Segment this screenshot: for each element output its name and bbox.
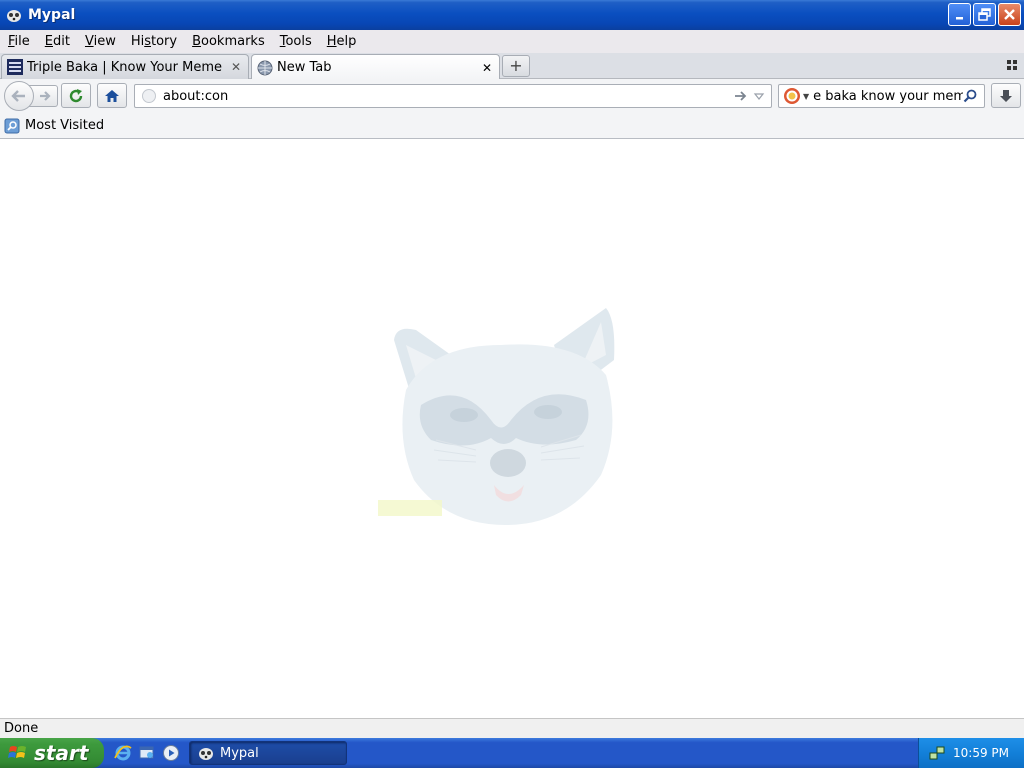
forward-arrow-icon: [40, 91, 51, 101]
site-identity-icon: [142, 89, 156, 103]
navigation-toolbar: ▼: [0, 79, 1024, 113]
menu-bookmarks[interactable]: Bookmarks: [192, 34, 265, 49]
globe-icon: [257, 60, 273, 75]
menu-history[interactable]: History: [131, 34, 177, 49]
search-input[interactable]: [813, 88, 964, 104]
media-player-icon[interactable]: [162, 744, 180, 762]
download-arrow-icon: [1000, 89, 1012, 102]
downloads-button[interactable]: [991, 83, 1021, 108]
clock[interactable]: 10:59 PM: [953, 746, 1009, 760]
windows-taskbar: start Mypal 10:59 PM: [0, 738, 1024, 768]
url-input[interactable]: [163, 88, 733, 104]
menu-bar: File Edit View History Bookmarks Tools H…: [0, 30, 1024, 53]
status-bar: Done: [0, 718, 1024, 738]
menu-tools[interactable]: Tools: [280, 34, 312, 49]
reload-button[interactable]: [61, 83, 91, 108]
home-button[interactable]: [97, 83, 127, 108]
system-tray: 10:59 PM: [918, 738, 1024, 768]
window-title-bar[interactable]: Mypal: [0, 0, 1024, 30]
close-icon: [1004, 9, 1015, 20]
url-bar[interactable]: [134, 84, 772, 108]
quick-launch: [114, 744, 180, 762]
window-title: Mypal: [28, 7, 76, 23]
internet-explorer-icon[interactable]: [114, 744, 132, 762]
tab-label: New Tab: [277, 60, 332, 75]
status-text: Done: [4, 721, 39, 736]
engine-dropdown-icon[interactable]: ▼: [803, 92, 809, 101]
restore-icon: [978, 8, 991, 21]
network-icon[interactable]: [929, 745, 945, 761]
page-content: [0, 140, 1024, 718]
start-label: start: [34, 741, 89, 765]
list-all-tabs-icon[interactable]: [1006, 59, 1018, 71]
windows-flag-icon: [8, 746, 26, 758]
minimize-button[interactable]: [948, 3, 971, 26]
search-bar[interactable]: ▼: [778, 84, 985, 108]
mypal-logo-icon: [199, 748, 213, 760]
close-window-button[interactable]: [998, 3, 1021, 26]
new-tab-button[interactable]: +: [502, 55, 530, 77]
know-your-meme-favicon-icon: [7, 59, 23, 75]
plus-icon: +: [509, 56, 523, 75]
back-forward-group: [4, 81, 58, 111]
show-desktop-icon[interactable]: [138, 744, 156, 762]
bookmarks-toolbar: Most Visited: [0, 113, 1024, 139]
duckduckgo-icon[interactable]: [783, 87, 801, 105]
most-visited-folder-icon: [4, 118, 20, 133]
tab-close-icon[interactable]: ✕: [479, 61, 495, 75]
menu-view[interactable]: View: [85, 34, 116, 49]
reload-icon: [69, 88, 83, 102]
start-button[interactable]: start: [0, 738, 104, 768]
back-button[interactable]: [4, 81, 34, 111]
menu-help[interactable]: Help: [327, 34, 357, 49]
most-visited-bookmark[interactable]: Most Visited: [25, 118, 104, 133]
menu-file[interactable]: File: [8, 34, 30, 49]
taskbar-mypal-label: Mypal: [220, 745, 259, 761]
search-icon[interactable]: [963, 89, 977, 103]
back-arrow-icon: [11, 90, 25, 102]
tab-triple-baka[interactable]: Triple Baka | Know Your Meme ✕: [1, 54, 249, 79]
go-arrow-icon[interactable]: [733, 88, 749, 104]
taskbar-mypal-button[interactable]: Mypal: [189, 741, 347, 765]
tab-new-tab[interactable]: New Tab ✕: [251, 54, 500, 80]
history-dropdown-icon[interactable]: [753, 90, 765, 102]
restore-button[interactable]: [973, 3, 996, 26]
tab-strip: Triple Baka | Know Your Meme ✕ New Tab ✕…: [0, 53, 1024, 80]
minimize-icon: [955, 16, 963, 19]
menu-edit[interactable]: Edit: [45, 34, 70, 49]
raccoon-watermark-image: [378, 308, 615, 525]
mypal-logo-icon: [7, 10, 21, 22]
tab-close-icon[interactable]: ✕: [228, 60, 244, 74]
tab-label: Triple Baka | Know Your Meme: [27, 59, 223, 75]
home-icon: [105, 89, 119, 102]
